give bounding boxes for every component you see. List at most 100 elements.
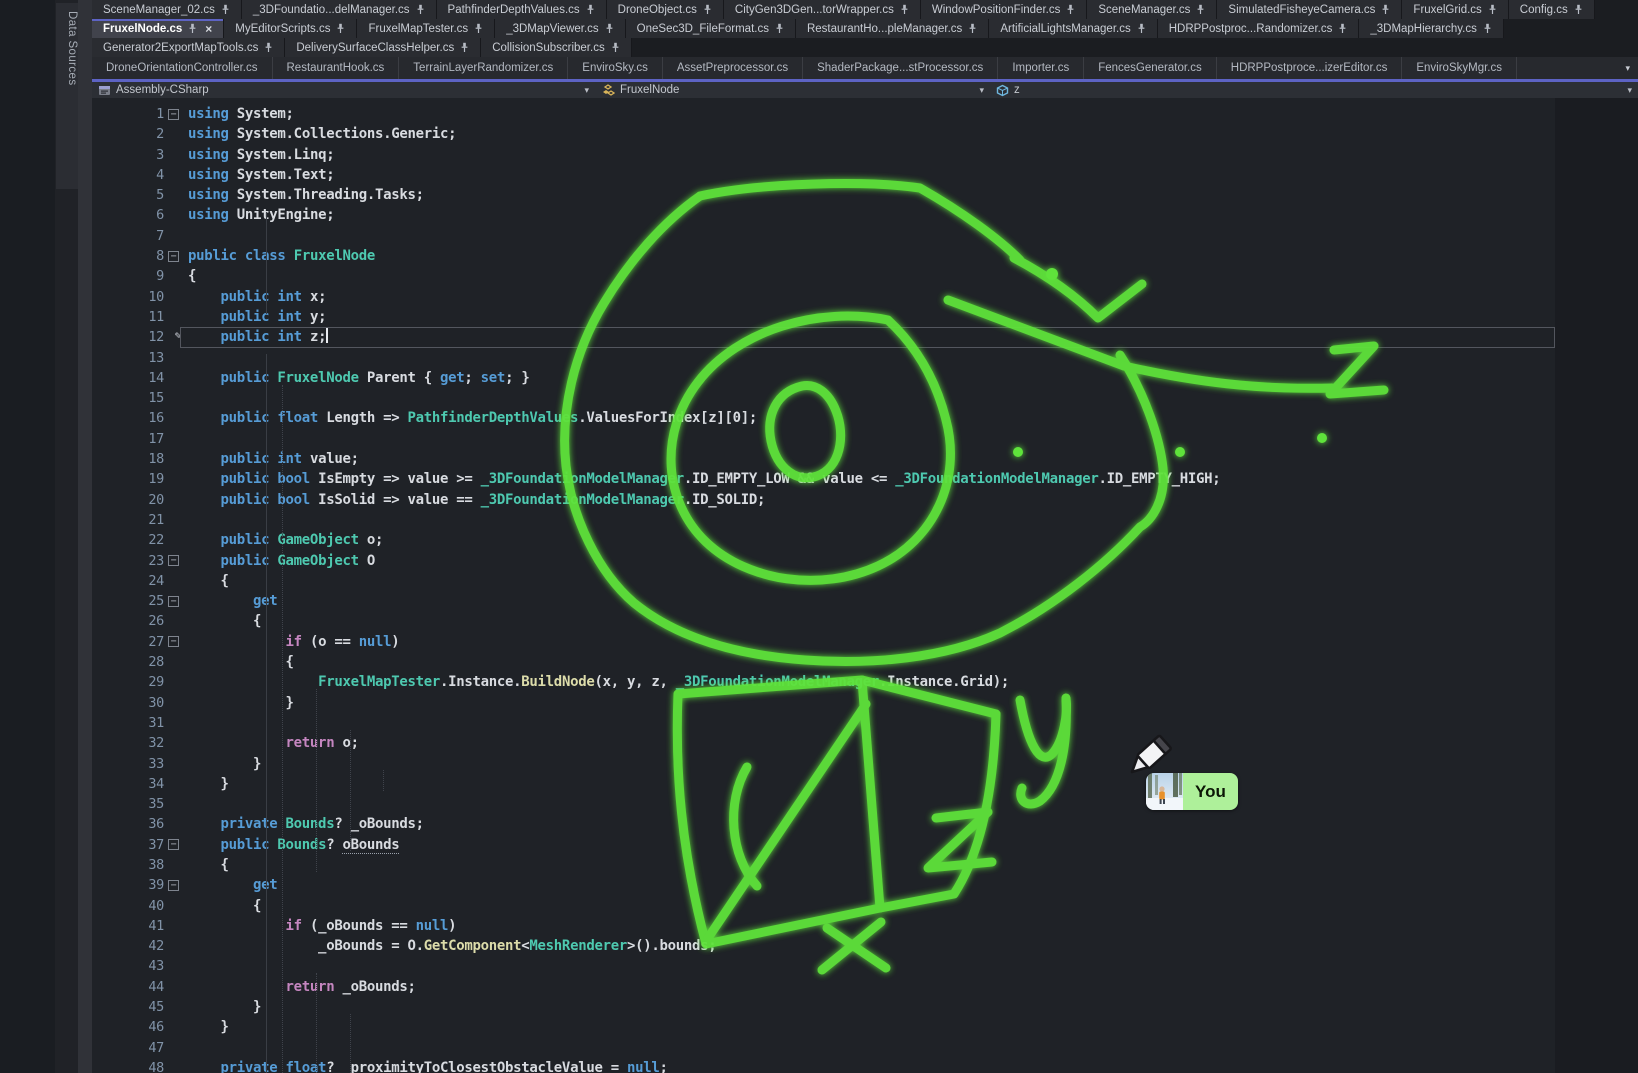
- chevron-down-icon[interactable]: ▾: [979, 86, 984, 95]
- code-line[interactable]: 17: [92, 429, 1638, 449]
- document-tab[interactable]: OneSec3D_FileFormat.cs: [626, 19, 796, 38]
- code-line[interactable]: 35: [92, 794, 1638, 814]
- fold-marker[interactable]: −: [168, 839, 179, 850]
- code-line[interactable]: 13: [92, 348, 1638, 368]
- code-line[interactable]: 39− get: [92, 875, 1638, 895]
- document-tab[interactable]: SceneManager_02.cs: [92, 0, 242, 19]
- document-tab[interactable]: WindowPositionFinder.cs: [921, 0, 1087, 19]
- document-tab[interactable]: RestaurantHo...pleManager.cs: [796, 19, 989, 38]
- code-line[interactable]: 34 }: [92, 774, 1638, 794]
- document-tab-unpinned[interactable]: FencesGenerator.cs: [1084, 57, 1217, 79]
- code-line[interactable]: 12✎ public int z;: [92, 327, 1638, 347]
- code-line[interactable]: 25− get: [92, 591, 1638, 611]
- code-token: .Instance.: [440, 674, 521, 690]
- code-line[interactable]: 38 {: [92, 855, 1638, 875]
- document-tab[interactable]: HDRPPostproc...Randomizer.cs: [1158, 19, 1360, 38]
- chevron-down-icon[interactable]: ▾: [1627, 86, 1632, 95]
- code-line[interactable]: 8−public class FruxelNode: [92, 246, 1638, 266]
- code-line[interactable]: 46 }: [92, 1017, 1638, 1037]
- code-line[interactable]: 40 {: [92, 896, 1638, 916]
- document-tab[interactable]: DeliverySurfaceClassHelper.cs: [285, 38, 481, 57]
- fold-marker[interactable]: −: [168, 555, 179, 566]
- document-tab[interactable]: Config.cs: [1509, 0, 1595, 19]
- fold-marker[interactable]: −: [168, 109, 179, 120]
- code-line[interactable]: 9{: [92, 266, 1638, 286]
- line-number: 22: [92, 530, 164, 550]
- document-tab[interactable]: DroneObject.cs: [607, 0, 724, 19]
- document-tab-unpinned[interactable]: TerrainLayerRandomizer.cs: [399, 57, 568, 79]
- fold-column: −: [164, 104, 186, 124]
- document-tab-unpinned[interactable]: HDRPPostproce...izerEditor.cs: [1217, 57, 1403, 79]
- document-tab[interactable]: FruxelGrid.cs: [1402, 0, 1508, 19]
- document-tab[interactable]: _3DMapViewer.cs: [495, 19, 625, 38]
- code-line[interactable]: 43: [92, 956, 1638, 976]
- document-tab[interactable]: ArtificialLightsManager.cs: [989, 19, 1157, 38]
- code-line[interactable]: 44 return _oBounds;: [92, 977, 1638, 997]
- code-editor[interactable]: 1−using System;2using System.Collections…: [92, 98, 1638, 1073]
- document-tab[interactable]: CityGen3DGen...torWrapper.cs: [724, 0, 921, 19]
- code-line[interactable]: 16 public float Length => PathfinderDept…: [92, 408, 1638, 428]
- document-tab[interactable]: CollisionSubscriber.cs: [481, 38, 632, 57]
- chevron-down-icon[interactable]: ▾: [1617, 57, 1638, 79]
- code-line[interactable]: 22 public GameObject o;: [92, 530, 1638, 550]
- document-tab-unpinned[interactable]: EnviroSky.cs: [568, 57, 663, 79]
- document-tab-unpinned[interactable]: RestaurantHook.cs: [273, 57, 400, 79]
- fold-marker[interactable]: −: [168, 880, 179, 891]
- code-line[interactable]: 27− if (o == null): [92, 632, 1638, 652]
- document-tab[interactable]: SimulatedFisheyeCamera.cs: [1217, 0, 1402, 19]
- code-line[interactable]: 1−using System;: [92, 104, 1638, 124]
- code-line[interactable]: 24 {: [92, 571, 1638, 591]
- code-line[interactable]: 33 }: [92, 754, 1638, 774]
- code-line[interactable]: 6using UnityEngine;: [92, 205, 1638, 225]
- data-sources-vertical-tab[interactable]: Data Sources: [56, 3, 78, 189]
- document-tab-unpinned[interactable]: Importer.cs: [998, 57, 1084, 79]
- code-line[interactable]: 31: [92, 713, 1638, 733]
- document-tab[interactable]: FruxelMapTester.cs: [357, 19, 495, 38]
- document-tab-unpinned[interactable]: EnviroSkyMgr.cs: [1402, 57, 1517, 79]
- document-tab[interactable]: SceneManager.cs: [1087, 0, 1217, 19]
- code-line[interactable]: 48 private float? _proximityToClosestObs…: [92, 1058, 1638, 1073]
- close-icon[interactable]: ×: [205, 22, 212, 36]
- code-line[interactable]: 3using System.Linq;: [92, 145, 1638, 165]
- fold-marker[interactable]: −: [168, 251, 179, 262]
- document-tab[interactable]: FruxelNode.cs×: [92, 19, 224, 38]
- fold-marker[interactable]: −: [168, 636, 179, 647]
- code-line[interactable]: 28 {: [92, 652, 1638, 672]
- code-line[interactable]: 2using System.Collections.Generic;: [92, 124, 1638, 144]
- code-line[interactable]: 20 public bool IsSolid => value == _3DFo…: [92, 490, 1638, 510]
- code-line[interactable]: 5using System.Threading.Tasks;: [92, 185, 1638, 205]
- document-tab-unpinned[interactable]: ShaderPackage...stProcessor.cs: [803, 57, 998, 79]
- document-tab[interactable]: _3DFoundatio...delManager.cs: [242, 0, 437, 19]
- code-line[interactable]: 18 public int value;: [92, 449, 1638, 469]
- code-line[interactable]: 7: [92, 226, 1638, 246]
- document-tab-unpinned[interactable]: AssetPreprocessor.cs: [663, 57, 803, 79]
- type-dropdown[interactable]: FruxelNode ▾: [595, 82, 990, 98]
- code-line[interactable]: 36 private Bounds? _oBounds;: [92, 814, 1638, 834]
- code-line[interactable]: 29 FruxelMapTester.Instance.BuildNode(x,…: [92, 672, 1638, 692]
- code-line[interactable]: 42 _oBounds = O.GetComponent<MeshRendere…: [92, 936, 1638, 956]
- code-line[interactable]: 10 public int x;: [92, 287, 1638, 307]
- code-line[interactable]: 19 public bool IsEmpty => value >= _3DFo…: [92, 469, 1638, 489]
- code-line[interactable]: 47: [92, 1038, 1638, 1058]
- document-tab[interactable]: PathfinderDepthValues.cs: [437, 0, 607, 19]
- code-line[interactable]: 11 public int y;: [92, 307, 1638, 327]
- code-line[interactable]: 32 return o;: [92, 733, 1638, 753]
- code-line[interactable]: 26 {: [92, 611, 1638, 631]
- code-line[interactable]: 4using System.Text;: [92, 165, 1638, 185]
- code-line[interactable]: 30 }: [92, 693, 1638, 713]
- code-line[interactable]: 37− public Bounds? oBounds: [92, 835, 1638, 855]
- document-tab[interactable]: Generator2ExportMapTools.cs: [92, 38, 285, 57]
- chevron-down-icon[interactable]: ▾: [584, 86, 589, 95]
- project-dropdown[interactable]: Assembly-CSharp ▾: [92, 82, 595, 98]
- fold-marker[interactable]: −: [168, 596, 179, 607]
- code-line[interactable]: 21: [92, 510, 1638, 530]
- document-tab[interactable]: MyEditorScripts.cs: [224, 19, 357, 38]
- code-line[interactable]: 15: [92, 388, 1638, 408]
- code-line[interactable]: 45 }: [92, 997, 1638, 1017]
- code-line[interactable]: 41 if (_oBounds == null): [92, 916, 1638, 936]
- document-tab-unpinned[interactable]: DroneOrientationController.cs: [92, 57, 273, 79]
- code-line[interactable]: 14 public FruxelNode Parent { get; set; …: [92, 368, 1638, 388]
- document-tab[interactable]: _3DMapHierarchy.cs: [1359, 19, 1504, 38]
- code-line[interactable]: 23− public GameObject O: [92, 551, 1638, 571]
- member-dropdown[interactable]: z ▾: [990, 82, 1638, 98]
